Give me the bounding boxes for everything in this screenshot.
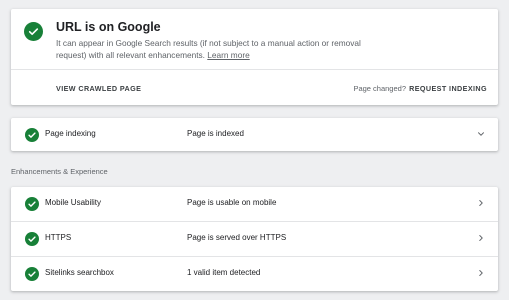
- page-indexing-row[interactable]: Page indexing Page is indexed: [11, 118, 498, 151]
- row-label: Page indexing: [45, 129, 96, 138]
- check-circle-icon: [24, 22, 43, 41]
- row-status: Page is served over HTTPS: [187, 233, 287, 242]
- view-crawled-page-button[interactable]: VIEW CRAWLED PAGE: [56, 84, 141, 93]
- list-item-https[interactable]: HTTPS Page is served over HTTPS: [11, 222, 498, 255]
- row-label: Mobile Usability: [45, 198, 102, 207]
- check-circle-icon: [25, 197, 39, 211]
- chevron-right-icon[interactable]: [476, 268, 486, 278]
- page-changed-label: Page changed?: [353, 84, 406, 93]
- learn-more-link[interactable]: Learn more: [207, 50, 249, 60]
- row-status: 1 valid item detected: [187, 268, 261, 277]
- row-label: HTTPS: [45, 233, 72, 242]
- status-description: It can appear in Google Search results (…: [56, 37, 376, 61]
- list-item-sitelinks-searchbox[interactable]: Sitelinks searchbox 1 valid item detecte…: [11, 257, 498, 290]
- divider: [11, 69, 498, 70]
- list-item-mobile-usability[interactable]: Mobile Usability Page is usable on mobil…: [11, 187, 498, 220]
- url-status-card: URL is on Google It can appear in Google…: [11, 9, 498, 105]
- request-indexing-button[interactable]: REQUEST INDEXING: [409, 84, 487, 93]
- row-status: Page is usable on mobile: [187, 198, 277, 207]
- chevron-right-icon[interactable]: [476, 198, 486, 208]
- check-circle-icon: [25, 267, 39, 281]
- check-circle-icon: [25, 232, 39, 246]
- status-title: URL is on Google: [56, 20, 161, 34]
- enhancements-card: Mobile Usability Page is usable on mobil…: [11, 187, 498, 291]
- divider: [11, 221, 498, 222]
- row-label: Sitelinks searchbox: [45, 268, 114, 277]
- chevron-down-icon[interactable]: [476, 129, 486, 139]
- row-status: Page is indexed: [187, 129, 244, 138]
- page-indexing-card[interactable]: Page indexing Page is indexed: [11, 118, 498, 151]
- check-circle-icon: [25, 128, 39, 142]
- divider: [11, 256, 498, 257]
- chevron-right-icon[interactable]: [476, 233, 486, 243]
- section-heading: Enhancements & Experience: [11, 167, 108, 176]
